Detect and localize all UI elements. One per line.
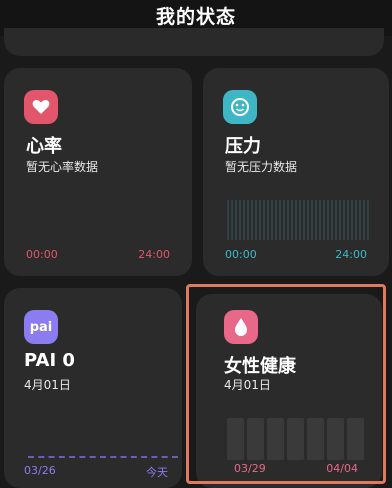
- pai-date: 4月01日: [24, 378, 71, 392]
- heart-rate-card[interactable]: 心率 暂无心率数据 00:00 24:00: [4, 68, 192, 276]
- stress-time-end: 24:00: [335, 248, 367, 261]
- pai-date-end: 今天: [146, 466, 168, 479]
- stress-status: 暂无压力数据: [225, 160, 298, 174]
- heart-rate-title: 心率: [26, 136, 62, 157]
- stress-title: 压力: [225, 136, 261, 157]
- stress-bar-chart: [227, 200, 373, 240]
- highlight-frame: [186, 284, 386, 484]
- pai-date-start: 03/26: [24, 464, 56, 477]
- heart-icon: [24, 90, 58, 124]
- pai-trend-line: [28, 456, 178, 460]
- page-title: 我的状态: [155, 6, 236, 28]
- pai-title: PAI 0: [24, 350, 75, 371]
- pai-icon-text: pai: [29, 319, 53, 335]
- pai-icon: pai: [24, 310, 58, 344]
- heart-rate-time-start: 00:00: [26, 248, 58, 261]
- heart-rate-time-end: 24:00: [138, 248, 170, 261]
- stress-time-start: 00:00: [225, 248, 257, 261]
- previous-card-bottom[interactable]: [4, 28, 384, 56]
- smiley-face-icon: [223, 90, 257, 124]
- heart-rate-status: 暂无心率数据: [26, 160, 99, 174]
- stress-card[interactable]: 压力 暂无压力数据 00:00 24:00: [203, 68, 389, 276]
